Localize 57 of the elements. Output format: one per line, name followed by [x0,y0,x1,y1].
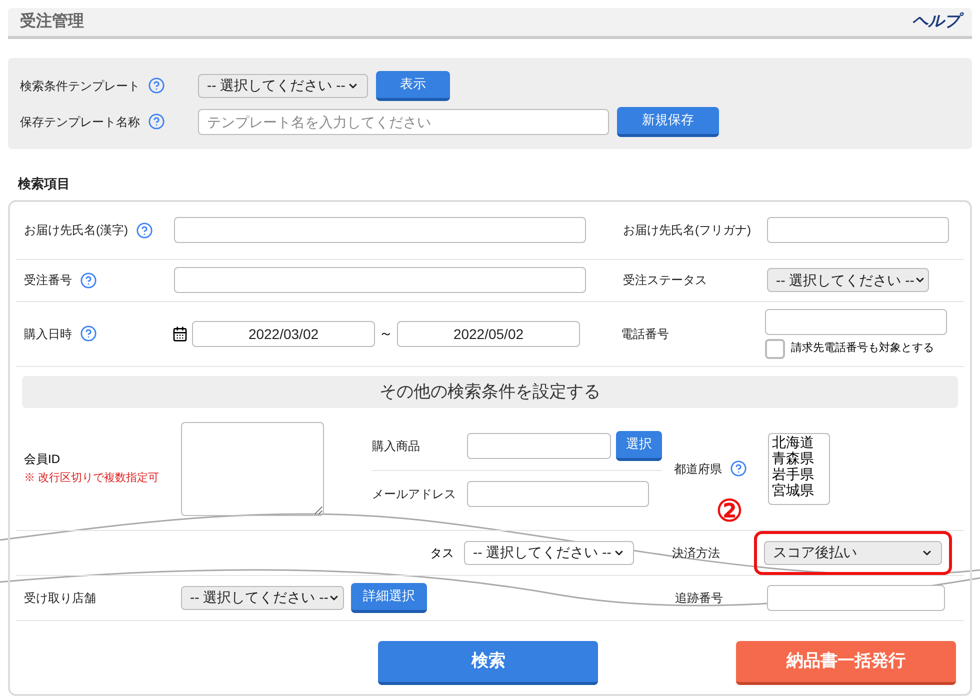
input-field[interactable] [467,480,649,506]
page-title: 受注管理 [20,11,84,32]
field-label: 購入日時 [24,326,72,342]
field-label: 検索条件テンプレート [20,78,140,94]
field-label: 受け取り店舗 [24,590,96,606]
input-field[interactable]: 2022/05/02 [397,320,580,346]
input-field[interactable]: 2022/03/02 [192,320,375,346]
select-field[interactable]: スコア後払い [764,540,942,564]
step-marker: ② [716,496,743,526]
list-option[interactable]: 宮城県 [772,482,826,498]
field-label: 会員ID [24,451,61,468]
more-conditions-banner[interactable]: その他の検索条件を設定する [22,376,958,408]
input-field[interactable]: テンプレート名を入力してください [198,108,609,134]
field-note: ※ 改行区切りで複数指定可 [24,470,160,486]
calendar-icon[interactable] [172,326,188,342]
list-option[interactable]: 岩手県 [772,466,826,482]
field-label: 追跡番号 [675,590,723,606]
checkbox[interactable] [765,338,785,358]
field-label: 購入商品 [372,438,420,454]
field-label: 都道府県 [674,460,722,478]
range-separator: ～ [378,324,394,343]
field-label: タス [429,544,455,562]
field-label: メールアドレス [372,486,456,502]
input-field[interactable] [174,217,586,243]
select-field[interactable]: -- 選択してください -- [181,586,344,610]
field-label: 受注ステータス [623,272,707,289]
help-icon[interactable] [148,77,165,94]
help-icon[interactable] [730,460,747,477]
select-field[interactable]: -- 選択してください -- [198,74,368,98]
field-label: お届け先氏名(フリガナ) [623,222,751,239]
section-title: 検索項目 [18,175,71,193]
input-field[interactable] [767,217,949,243]
help-icon[interactable] [80,325,97,342]
input-field[interactable] [174,267,586,293]
field-label: 電話番号 [621,326,669,342]
help-icon[interactable] [136,222,153,238]
save-button[interactable]: 新規保存 [617,106,719,136]
member-id-field[interactable] [181,422,324,516]
field-label: 決済方法 [672,544,720,562]
list-option[interactable]: 北海道 [772,434,826,450]
input-field[interactable] [467,432,611,458]
select-button[interactable]: 選択 [616,430,662,460]
search-button[interactable]: 検索 [378,640,598,684]
detail-select-button[interactable]: 詳細選択 [351,582,427,612]
input-field[interactable] [765,308,947,334]
show-button[interactable]: 表示 [376,70,450,100]
prefecture-listbox[interactable]: 北海道 青森県 岩手県 宮城県 [768,432,830,504]
help-icon[interactable] [80,272,97,288]
select-field[interactable]: -- 選択してください -- [767,268,929,292]
field-label: お届け先氏名(漢字) [24,222,128,239]
field-label: 保存テンプレート名称 [20,114,140,130]
checkbox-label: 請求先電話番号も対象とする [791,340,934,356]
field-label: 受注番号 [24,272,72,289]
list-option[interactable]: 青森県 [772,450,826,466]
select-field[interactable]: -- 選択してください -- [464,540,634,564]
help-icon[interactable] [148,113,165,130]
input-field[interactable] [767,584,945,610]
